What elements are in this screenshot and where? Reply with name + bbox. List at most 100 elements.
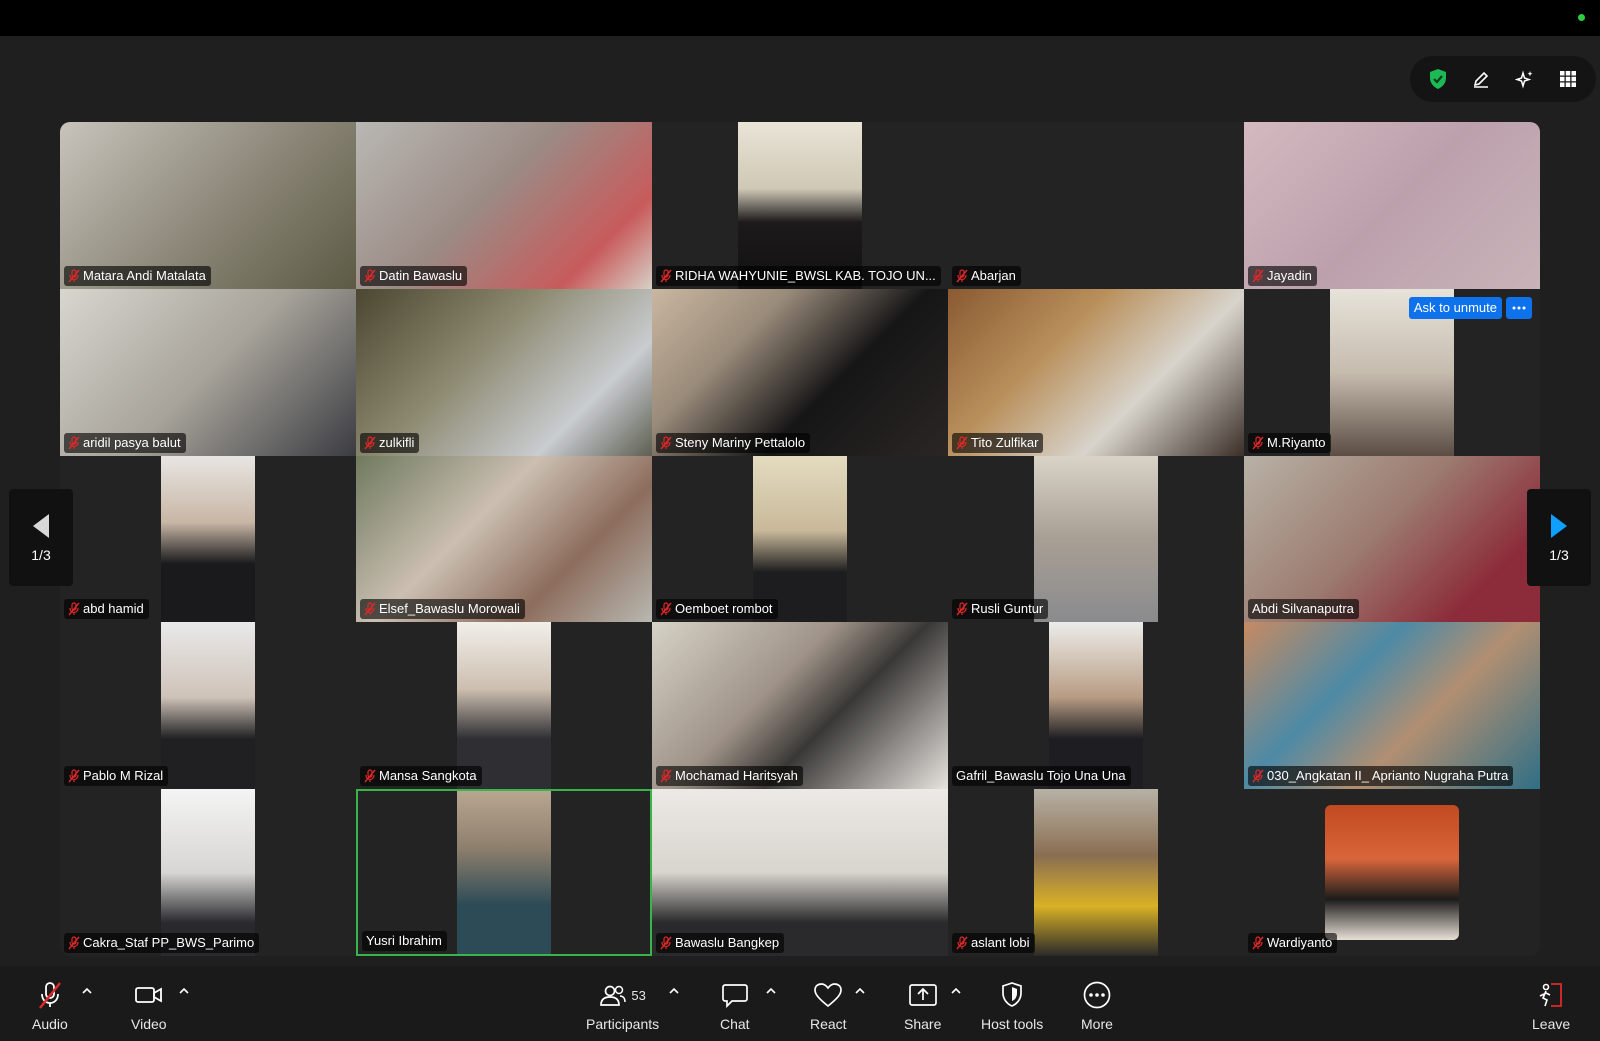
participant-tile[interactable]: M.Riyanto Ask to unmute bbox=[1244, 288, 1540, 456]
participant-name: Cakra_Staf PP_BWS_Parimo bbox=[83, 934, 255, 950]
prev-page-button[interactable]: 1/3 bbox=[9, 489, 73, 586]
participant-tile[interactable]: Bawaslu Bangkep bbox=[652, 789, 948, 956]
participant-tile[interactable]: Mansa Sangkota bbox=[356, 622, 652, 790]
audio-options-chevron-up-icon[interactable] bbox=[80, 986, 94, 996]
participant-tile[interactable]: Yusri Ibrahim bbox=[356, 789, 652, 956]
share-options-chevron-up-icon[interactable] bbox=[949, 986, 963, 996]
participant-tile[interactable]: Cakra_Staf PP_BWS_Parimo bbox=[60, 789, 356, 956]
chevron-right-icon bbox=[1551, 513, 1567, 538]
participant-video bbox=[1034, 455, 1158, 623]
participant-tile[interactable]: Rusli Guntur bbox=[948, 455, 1244, 623]
participant-tile[interactable]: Gafril_Bawaslu Tojo Una Una bbox=[948, 622, 1244, 790]
participant-name: Rusli Guntur bbox=[971, 601, 1044, 617]
video-options-chevron-up-icon[interactable] bbox=[177, 986, 191, 996]
participant-tile[interactable]: Abdi Silvanaputra bbox=[1244, 455, 1540, 623]
muted-mic-icon bbox=[956, 936, 968, 950]
participant-name: Pablo M Rizal bbox=[83, 768, 164, 784]
participant-tile[interactable]: Pablo M Rizal bbox=[60, 622, 356, 790]
participant-tile[interactable]: aslant lobi bbox=[948, 789, 1244, 956]
muted-mic-icon bbox=[364, 435, 376, 450]
participant-name-tag: Elsef_Bawaslu Morowali bbox=[360, 599, 525, 620]
next-page-button[interactable]: 1/3 bbox=[1527, 489, 1591, 586]
participant-tile[interactable]: Datin Bawaslu bbox=[356, 122, 652, 289]
participant-name-tag: Steny Mariny Pettalolo bbox=[656, 432, 811, 453]
host-tools-button[interactable]: Host tools bbox=[981, 980, 1043, 1032]
participant-tile[interactable]: Tito Zulfikar bbox=[948, 288, 1244, 456]
muted-mic-icon bbox=[364, 602, 376, 616]
participant-video bbox=[1244, 455, 1540, 623]
participant-name: Steny Mariny Pettalolo bbox=[675, 434, 806, 450]
participant-name-tag: Gafril_Bawaslu Tojo Una Una bbox=[952, 766, 1131, 787]
host-tools-label: Host tools bbox=[981, 1016, 1044, 1032]
participant-name: Gafril_Bawaslu Tojo Una Una bbox=[956, 768, 1126, 784]
participants-icon bbox=[600, 985, 627, 1006]
participant-tile[interactable]: RIDHA WAHYUNIE_BWSL KAB. TOJO UN... bbox=[652, 122, 948, 289]
shield-check-icon[interactable] bbox=[1423, 64, 1453, 94]
sparkle-icon[interactable] bbox=[1510, 64, 1540, 94]
pencil-icon[interactable] bbox=[1466, 64, 1496, 94]
participant-tile[interactable]: Wardiyanto bbox=[1244, 789, 1540, 956]
participant-video bbox=[738, 122, 862, 289]
participant-name: Datin Bawaslu bbox=[379, 267, 463, 283]
muted-mic-icon bbox=[660, 769, 672, 783]
muted-mic-icon bbox=[68, 435, 80, 450]
participant-tile[interactable]: abd hamid bbox=[60, 455, 356, 623]
video-grid: Matara Andi Matalata Datin Bawaslu RIDHA W… bbox=[60, 122, 1540, 956]
participant-tile[interactable]: Matara Andi Matalata bbox=[60, 122, 356, 289]
chat-options-chevron-up-icon[interactable] bbox=[764, 986, 778, 996]
shield-icon bbox=[1002, 982, 1022, 1007]
participant-name-tag: Tito Zulfikar bbox=[952, 432, 1044, 453]
participant-video bbox=[652, 288, 948, 456]
participants-label: Participants bbox=[586, 1016, 660, 1032]
muted-mic-icon bbox=[660, 602, 672, 616]
react-button[interactable]: React bbox=[810, 980, 847, 1032]
participant-tile[interactable]: Abarjan bbox=[948, 122, 1244, 289]
participant-name: aridil pasya balut bbox=[83, 434, 181, 450]
more-button[interactable]: More bbox=[1081, 980, 1113, 1032]
participant-video bbox=[356, 122, 652, 289]
video-button[interactable]: Video bbox=[131, 980, 167, 1032]
grid-view-icon[interactable] bbox=[1553, 64, 1583, 94]
participant-video bbox=[356, 455, 652, 623]
participant-tile[interactable]: 030_Angkatan II_ Aprianto Nugraha Putra bbox=[1244, 622, 1540, 790]
ask-to-unmute-button[interactable]: Ask to unmute bbox=[1408, 296, 1502, 319]
muted-mic-icon bbox=[38, 982, 61, 1009]
participant-name-tag: Abdi Silvanaputra bbox=[1248, 599, 1359, 620]
share-button[interactable]: Share bbox=[904, 980, 941, 1032]
muted-mic-icon bbox=[1252, 435, 1264, 450]
participant-video bbox=[1049, 622, 1143, 790]
participant-video bbox=[1244, 122, 1540, 289]
audio-label: Audio bbox=[32, 1016, 68, 1032]
participant-more-options-button[interactable] bbox=[1506, 296, 1532, 319]
participant-tile[interactable]: Jayadin bbox=[1244, 122, 1540, 289]
participant-name: 030_Angkatan II_ Aprianto Nugraha Putra bbox=[1267, 768, 1509, 784]
muted-mic-icon bbox=[68, 936, 80, 950]
leave-button[interactable]: Leave bbox=[1532, 980, 1570, 1032]
muted-mic-icon bbox=[68, 602, 80, 616]
participants-button[interactable]: 53 Participants bbox=[586, 980, 659, 1032]
participants-options-chevron-up-icon[interactable] bbox=[667, 986, 681, 996]
participant-name: zulkifli bbox=[379, 434, 415, 450]
participant-tile[interactable]: Steny Mariny Pettalolo bbox=[652, 288, 948, 456]
participant-tile[interactable]: Elsef_Bawaslu Morowali bbox=[356, 455, 652, 623]
chat-button[interactable]: Chat bbox=[720, 980, 750, 1032]
react-options-chevron-up-icon[interactable] bbox=[853, 986, 867, 996]
participant-tile[interactable]: Mochamad Haritsyah bbox=[652, 622, 948, 790]
participant-tile[interactable]: zulkifli bbox=[356, 288, 652, 456]
participant-tile[interactable]: aridil pasya balut bbox=[60, 288, 356, 456]
participant-tile[interactable]: Oemboet rombot bbox=[652, 455, 948, 623]
participant-name-tag: Mansa Sangkota bbox=[360, 766, 482, 787]
page-indicator-left: 1/3 bbox=[31, 546, 51, 563]
muted-mic-icon bbox=[1252, 769, 1264, 783]
meeting-toolbar: Audio Video 53 Participants Chat React S… bbox=[0, 966, 1600, 1041]
muted-mic-icon bbox=[364, 769, 376, 783]
participants-count: 53 bbox=[631, 987, 646, 1003]
audio-button[interactable]: Audio bbox=[32, 980, 68, 1032]
participant-video bbox=[356, 288, 652, 456]
muted-mic-icon bbox=[660, 936, 672, 950]
video-camera-icon bbox=[134, 987, 162, 1003]
participant-video bbox=[753, 455, 847, 623]
participant-name-tag: aridil pasya balut bbox=[64, 432, 186, 453]
participant-name-tag: Yusri Ibrahim bbox=[362, 930, 447, 951]
participant-name-tag: Wardiyanto bbox=[1248, 932, 1338, 953]
